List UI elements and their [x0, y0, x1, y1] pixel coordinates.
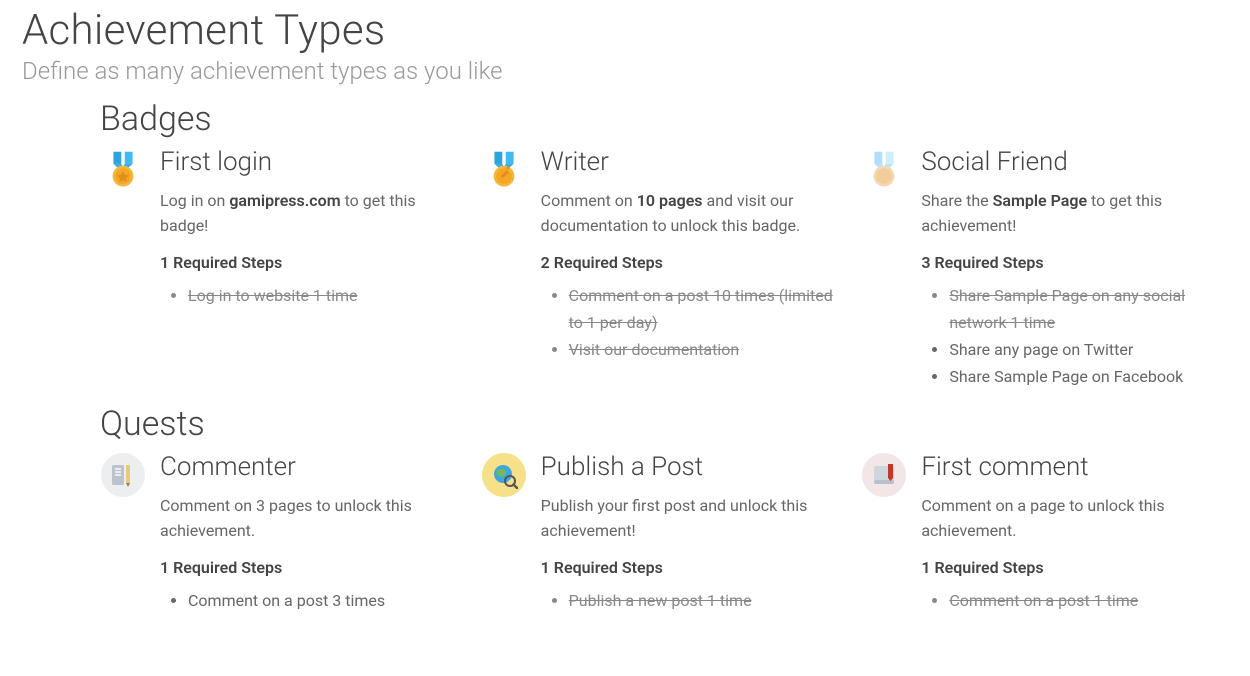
steps-list: Share Sample Page on any social network … [921, 282, 1228, 391]
achievement-title: First login [160, 147, 467, 177]
achievement-title: Commenter [160, 452, 467, 482]
step-item: Visit our documentation [569, 336, 848, 363]
step-item: Log in to website 1 time [188, 282, 467, 309]
achievement-description: Publish your first post and unlock this … [541, 494, 848, 544]
step-item: Share Sample Page on any social network … [949, 282, 1228, 336]
step-item: Share Sample Page on Facebook [949, 363, 1228, 390]
achievement-card: Commenter Comment on 3 pages to unlock th… [100, 452, 467, 614]
required-steps-label: 1 Required Steps [921, 558, 1228, 577]
desc-text: Comment on [541, 191, 637, 210]
achievement-card: Publish a Post Publish your first post an… [481, 452, 848, 614]
desc-text: Log in on [160, 191, 229, 210]
achievement-title: First comment [921, 452, 1228, 482]
step-item: Comment on a post 1 time [949, 587, 1228, 614]
card-body: Writer Comment on 10 pages and visit our … [541, 147, 848, 363]
desc-bold-text: 10 pages [637, 191, 703, 210]
section-title: Badges [100, 99, 1228, 139]
desc-bold-text: gamipress.com [229, 191, 340, 210]
quest-commenter-icon [100, 452, 146, 498]
steps-list: Comment on a post 10 times (limited to 1… [541, 282, 848, 364]
card-body: Social Friend Share the Sample Page to ge… [921, 147, 1228, 390]
desc-text: Comment on a page to unlock this achieve… [921, 496, 1164, 540]
achievement-description: Log in on gamipress.com to get this badg… [160, 189, 467, 239]
card-body: Publish a Post Publish your first post an… [541, 452, 848, 614]
medal-gold-pencil-icon [481, 147, 527, 193]
step-item: Comment on a post 10 times (limited to 1… [569, 282, 848, 336]
section-title: Quests [100, 404, 1228, 444]
achievement-card: First login Log in on gamipress.com to ge… [100, 147, 467, 390]
steps-list: Publish a new post 1 time [541, 587, 848, 614]
card-body: Commenter Comment on 3 pages to unlock th… [160, 452, 467, 614]
desc-text: Share the [921, 191, 992, 210]
achievement-description: Comment on 3 pages to unlock this achiev… [160, 494, 467, 544]
quest-book-icon [861, 452, 907, 498]
desc-text: Comment on 3 pages to unlock this achiev… [160, 496, 412, 540]
achievement-title: Writer [541, 147, 848, 177]
card-grid: Commenter Comment on 3 pages to unlock th… [100, 452, 1228, 614]
card-body: First comment Comment on a page to unlock… [921, 452, 1228, 614]
medal-light-icon [861, 147, 907, 193]
achievement-description: Share the Sample Page to get this achiev… [921, 189, 1228, 239]
achievement-description: Comment on a page to unlock this achieve… [921, 494, 1228, 544]
achievement-card: Writer Comment on 10 pages and visit our … [481, 147, 848, 390]
card-body: First login Log in on gamipress.com to ge… [160, 147, 467, 309]
steps-list: Comment on a post 3 times [160, 587, 467, 614]
page-title: Achievement Types [22, 6, 1228, 55]
medal-gold-star-icon [100, 147, 146, 193]
required-steps-label: 1 Required Steps [160, 558, 467, 577]
card-grid: First login Log in on gamipress.com to ge… [100, 147, 1228, 390]
page-subtitle: Define as many achievement types as you … [22, 57, 1228, 85]
required-steps-label: 1 Required Steps [160, 253, 467, 272]
desc-bold-text: Sample Page [993, 191, 1087, 210]
quest-globe-icon [481, 452, 527, 498]
steps-list: Log in to website 1 time [160, 282, 467, 309]
step-item: Publish a new post 1 time [569, 587, 848, 614]
steps-list: Comment on a post 1 time [921, 587, 1228, 614]
section-badges: Badges First login Log in on gamipress.co… [100, 99, 1228, 390]
achievement-title: Social Friend [921, 147, 1228, 177]
desc-text: Publish your first post and unlock this … [541, 496, 808, 540]
step-item: Share any page on Twitter [949, 336, 1228, 363]
required-steps-label: 2 Required Steps [541, 253, 848, 272]
required-steps-label: 3 Required Steps [921, 253, 1228, 272]
achievement-description: Comment on 10 pages and visit our docume… [541, 189, 848, 239]
achievement-card: Social Friend Share the Sample Page to ge… [861, 147, 1228, 390]
required-steps-label: 1 Required Steps [541, 558, 848, 577]
achievement-title: Publish a Post [541, 452, 848, 482]
achievement-card: First comment Comment on a page to unlock… [861, 452, 1228, 614]
section-quests: Quests Commenter Comment on 3 pages to un… [100, 404, 1228, 614]
step-item: Comment on a post 3 times [188, 587, 467, 614]
